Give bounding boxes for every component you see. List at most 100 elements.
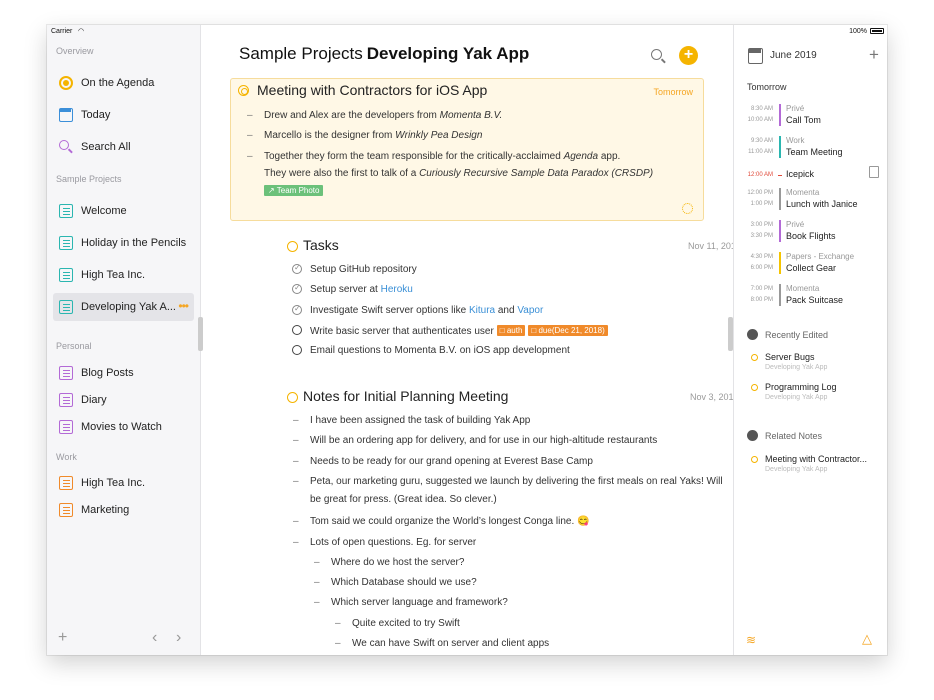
event-color-bar xyxy=(779,284,781,306)
event-end-time: 6:00 PM xyxy=(750,265,773,271)
sidebar-item-holiday-in-the-pencils[interactable]: Holiday in the Pencils xyxy=(53,229,194,257)
forward-button[interactable]: › xyxy=(176,629,181,647)
sidebar-item-developing-yak-app[interactable]: Developing Yak A... ••• xyxy=(53,293,194,321)
task-item[interactable]: Setup server at Heroku xyxy=(292,283,413,295)
add-entry-button[interactable]: + xyxy=(679,46,698,65)
checkbox-done-icon[interactable] xyxy=(292,304,302,315)
document-icon xyxy=(59,503,73,517)
sidebar-item-marketing[interactable]: Marketing xyxy=(53,496,194,524)
team-photo-link[interactable]: ↗ Team Photo xyxy=(264,185,324,196)
search-icon[interactable] xyxy=(651,49,662,60)
related-note-title[interactable]: Meeting with Contractor... xyxy=(765,454,867,464)
tag-due[interactable]: □ due(Dec 21, 2018) xyxy=(528,325,608,336)
entry-line: – Marcello is the designer from Wrinkly P… xyxy=(247,130,483,141)
entry-title[interactable]: Meeting with Contractors for iOS App xyxy=(257,82,487,98)
more-options-button[interactable]: ••• xyxy=(178,299,189,313)
note-line: – Where do we host the server? xyxy=(314,557,465,568)
sidebar-item-search-all[interactable]: Search All xyxy=(53,133,194,161)
entry-title[interactable]: Notes for Initial Planning Meeting xyxy=(303,388,508,404)
event-start-time: 12:00 AM xyxy=(747,172,773,178)
entry-title[interactable]: Tasks xyxy=(303,237,339,253)
document-icon xyxy=(59,204,73,218)
sidebar-resize-handle[interactable] xyxy=(198,317,203,351)
recently-edited-heading: Recently Edited xyxy=(765,330,829,340)
tag-auth[interactable]: □ auth xyxy=(496,325,526,336)
checkbox-icon[interactable] xyxy=(292,325,302,335)
recent-note-title[interactable]: Server Bugs xyxy=(765,352,815,362)
event-title[interactable]: Lunch with Janice xyxy=(786,199,858,209)
task-item[interactable]: Investigate Swift server options like Ki… xyxy=(292,304,543,316)
day-heading: Tomorrow xyxy=(747,82,787,92)
right-panel: June 2019 + Tomorrow 8:30 AM 10:00 AM Priv… xyxy=(733,25,887,655)
agenda-icon xyxy=(59,76,73,90)
checkbox-icon[interactable] xyxy=(292,345,302,355)
filter-icon[interactable]: ≋ xyxy=(746,633,756,647)
related-notes-heading: Related Notes xyxy=(765,431,823,441)
task-item[interactable]: Setup GitHub repository xyxy=(292,263,417,275)
recent-note-title[interactable]: Programming Log xyxy=(765,382,837,392)
page-title: Sample Projects Developing Yak App xyxy=(239,44,529,64)
sidebar-item-today[interactable]: Today xyxy=(53,101,194,129)
entry-status-icon[interactable] xyxy=(238,85,249,96)
checkbox-done-icon[interactable] xyxy=(292,263,302,274)
recently-edited-icon xyxy=(747,329,758,340)
task-item[interactable]: Write basic server that authenticates us… xyxy=(292,325,608,337)
entry-settings-icon[interactable] xyxy=(682,203,693,214)
event-color-bar xyxy=(779,252,781,274)
sidebar-item-label: Developing Yak A... xyxy=(81,301,176,313)
calendar-icon xyxy=(59,108,73,122)
sidebar-item-blog-posts[interactable]: Blog Posts xyxy=(53,359,194,387)
event-start-time: 7:00 PM xyxy=(750,286,773,292)
carrier-label: Carrier xyxy=(51,28,73,35)
entry-status-icon[interactable] xyxy=(287,392,298,403)
entry-status-icon xyxy=(751,384,758,391)
event-end-time: 11:00 AM xyxy=(748,149,773,155)
sidebar-item-label: On the Agenda xyxy=(81,77,155,89)
panel-toggle-icon[interactable]: △ xyxy=(862,631,872,647)
back-button[interactable]: ‹ xyxy=(152,629,157,647)
sidebar-item-label: High Tea Inc. xyxy=(81,269,146,281)
sidebar-item-movies-to-watch[interactable]: Movies to Watch xyxy=(53,413,194,441)
sidebar-item-welcome[interactable]: Welcome xyxy=(53,197,194,225)
note-line: – Which server language and framework? xyxy=(314,597,508,608)
task-item[interactable]: Email questions to Momenta B.V. on iOS a… xyxy=(292,345,570,356)
document-name: Developing Yak App xyxy=(366,44,530,63)
add-project-button[interactable]: + xyxy=(58,629,67,647)
document-icon xyxy=(59,236,73,250)
event-calendar: Momenta xyxy=(786,188,820,197)
entry-status-icon[interactable] xyxy=(287,241,298,252)
event-color-bar xyxy=(779,220,781,242)
event-title[interactable]: Team Meeting xyxy=(786,147,843,157)
document-icon xyxy=(59,393,73,407)
sidebar-item-high-tea-inc[interactable]: High Tea Inc. xyxy=(53,261,194,289)
checkbox-done-icon[interactable] xyxy=(292,283,302,294)
event-color-bar xyxy=(779,188,781,210)
event-end-time: 8:00 PM xyxy=(750,297,773,303)
event-title[interactable]: Call Tom xyxy=(786,115,821,125)
event-title[interactable]: Icepick xyxy=(786,169,814,179)
document-icon xyxy=(59,420,73,434)
sidebar-item-on-the-agenda[interactable]: On the Agenda xyxy=(53,69,194,97)
entry-date[interactable]: Nov 3, 2018 xyxy=(690,392,739,402)
sidebar-item-diary[interactable]: Diary xyxy=(53,386,194,414)
related-note-project: Developing Yak App xyxy=(765,466,828,473)
entry-card-meeting[interactable]: Meeting with Contractors for iOS App Tom… xyxy=(230,78,704,221)
entry-date[interactable]: Tomorrow xyxy=(653,87,693,97)
entry-line: – Drew and Alex are the developers from M… xyxy=(247,110,503,121)
note-line: – I have been assigned the task of buildi… xyxy=(293,415,531,426)
sidebar-item-high-tea-inc-work[interactable]: High Tea Inc. xyxy=(53,469,194,497)
main-pane: Sample Projects Developing Yak App + Meet… xyxy=(198,25,741,655)
note-line: – Lots of open questions. Eg. for server xyxy=(293,537,477,548)
event-title[interactable]: Pack Suitcase xyxy=(786,295,843,305)
recent-note-project: Developing Yak App xyxy=(765,364,828,371)
linked-note-icon[interactable] xyxy=(869,166,879,178)
event-title[interactable]: Book Flights xyxy=(786,231,836,241)
calendar-month[interactable]: June 2019 xyxy=(770,50,817,61)
event-title[interactable]: Collect Gear xyxy=(786,263,836,273)
calendar-icon[interactable] xyxy=(748,48,763,64)
document-icon xyxy=(59,268,73,282)
add-event-button[interactable]: + xyxy=(869,45,879,65)
sidebar-item-label: Diary xyxy=(81,394,107,406)
event-end-time: 3:30 PM xyxy=(750,233,773,239)
app-window: Carrier ◠ 100% Overview On the Agenda To… xyxy=(47,25,887,655)
